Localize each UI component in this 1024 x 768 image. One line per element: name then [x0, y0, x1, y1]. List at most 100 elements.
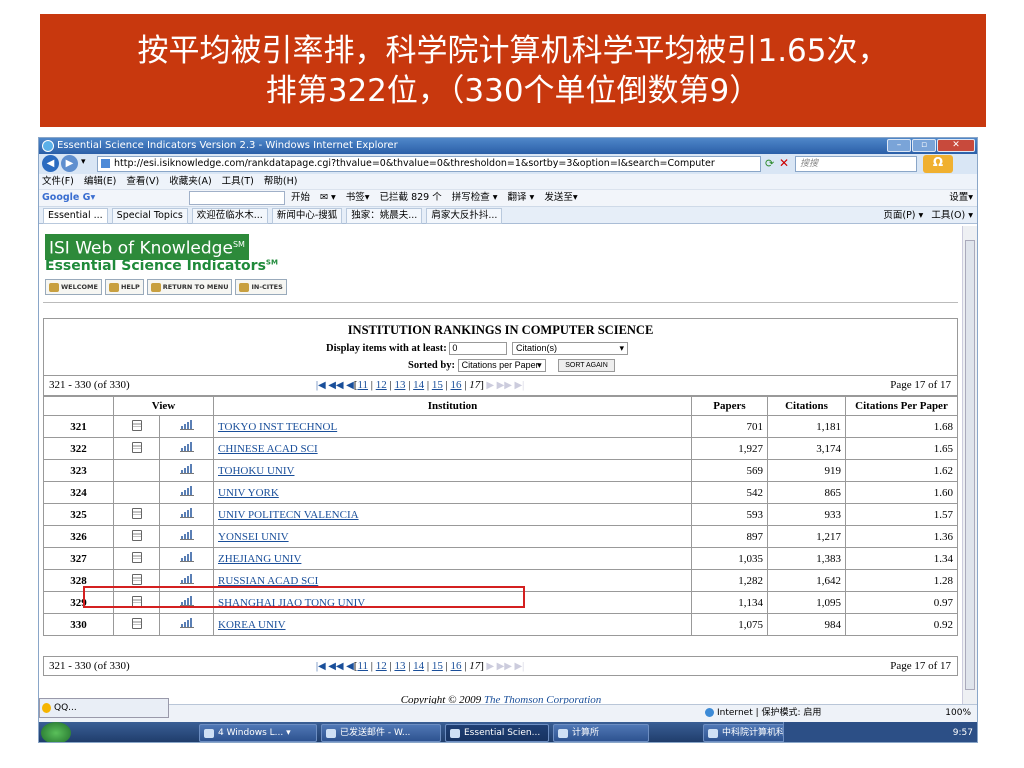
bar-chart-icon[interactable] [179, 530, 194, 540]
maximize-button[interactable]: ▫ [912, 139, 936, 152]
esi-button-in-cites[interactable]: IN-CITES [235, 279, 287, 295]
bar-chart-icon[interactable] [179, 596, 194, 606]
thomson-link[interactable]: The Thomson Corporation [484, 694, 601, 704]
back-icon[interactable]: ◀ [42, 155, 59, 172]
sort-again-button[interactable]: SORT AGAIN [558, 359, 615, 372]
bar-chart-icon[interactable] [179, 420, 194, 430]
document-icon[interactable] [131, 507, 142, 519]
bar-chart-icon[interactable] [179, 508, 194, 518]
rankings-table: View Institution Papers Citations Citati… [43, 396, 958, 636]
google-toolbar-item[interactable]: 翻译 ▾ [508, 190, 535, 206]
scrollbar[interactable] [962, 226, 977, 704]
refresh-icon[interactable]: ⟳ [765, 157, 774, 170]
page-link[interactable]: 16 [451, 660, 462, 672]
sort-select[interactable]: Citations per Paper [457, 359, 546, 372]
page-link[interactable]: 16 [451, 379, 462, 391]
esi-button-return-to-menu[interactable]: RETURN TO MENU [146, 279, 233, 295]
document-icon[interactable] [131, 529, 142, 541]
bar-chart-icon[interactable] [179, 486, 194, 496]
page-link[interactable]: 12 [376, 660, 387, 672]
document-icon[interactable] [131, 441, 142, 453]
bar-chart-icon[interactable] [179, 442, 194, 452]
page-link[interactable]: 14 [413, 660, 424, 672]
institution-link[interactable]: ZHEJIANG UNIV [218, 553, 301, 565]
institution-link[interactable]: UNIV POLITECN VALENCIA [218, 509, 359, 521]
google-toolbar-item[interactable]: 开始 [291, 190, 310, 206]
page-link[interactable]: 14 [413, 379, 424, 391]
isi-logo[interactable]: ISI Web of KnowledgeSM [45, 234, 249, 260]
browser-tab[interactable]: 独家：姚晨夫... [346, 208, 423, 224]
search-go-icon[interactable]: Ω [923, 155, 953, 173]
page-link[interactable]: 15 [432, 379, 443, 391]
browser-tab[interactable]: 欢迎莅临水木... [191, 208, 268, 224]
rank-cell: 325 [43, 503, 114, 526]
menu-item[interactable]: 文件(F) [42, 174, 74, 189]
close-button[interactable]: ✕ [937, 139, 975, 152]
menu-item[interactable]: 编辑(E) [84, 174, 116, 189]
menu-item[interactable]: 工具(T) [222, 174, 254, 189]
minimize-button[interactable]: – [887, 139, 911, 152]
browser-tab[interactable]: Essential ... [43, 208, 108, 224]
start-button[interactable] [41, 722, 71, 742]
browser-tab[interactable]: 新闻中心-搜狐 [271, 208, 343, 224]
browser-tab[interactable]: 肩家大反扑抖... [426, 208, 503, 224]
menu-item[interactable]: 查看(V) [126, 174, 159, 189]
citations-cell: 1,095 [767, 591, 846, 614]
bar-chart-icon[interactable] [179, 552, 194, 562]
document-icon[interactable] [131, 551, 142, 563]
bar-chart-icon[interactable] [179, 574, 194, 584]
institution-link[interactable]: TOKYO INST TECHNOL [218, 421, 337, 433]
first-page-icon[interactable]: |◀ ◀◀ ◀ [316, 380, 354, 391]
document-icon[interactable] [131, 573, 142, 585]
google-toolbar-item[interactable]: 书签▾ [346, 190, 370, 206]
institution-link[interactable]: YONSEI UNIV [218, 531, 289, 543]
taskbar-button[interactable]: 已发送邮件 - W... [321, 724, 441, 742]
threshold-input[interactable]: 0 [449, 342, 508, 355]
esi-button-help[interactable]: HELP [104, 279, 144, 295]
browser-tab[interactable]: Special Topics [111, 208, 188, 224]
page-link[interactable]: 13 [394, 379, 405, 391]
taskbar-button[interactable]: 计算所 [553, 724, 649, 742]
bar-chart-icon[interactable] [179, 464, 194, 474]
google-search-input[interactable] [189, 191, 285, 205]
document-icon[interactable] [131, 419, 142, 431]
qq-window-tab[interactable]: QQ... [39, 698, 169, 718]
institution-link[interactable]: CHINESE ACAD SCI [218, 443, 318, 455]
institution-link[interactable]: UNIV YORK [218, 487, 279, 499]
google-toolbar-item[interactable]: 拼写检查 ▾ [452, 190, 498, 206]
history-dropdown-icon[interactable]: ▾ [81, 157, 86, 167]
first-page-icon[interactable]: |◀ ◀◀ ◀ [316, 661, 354, 672]
document-icon[interactable] [131, 617, 142, 629]
institution-link[interactable]: SHANGHAI JIAO TONG UNIV [218, 597, 365, 609]
stop-icon[interactable]: ✕ [779, 156, 789, 170]
google-toolbar-item[interactable]: 已拦截 829 个 [380, 190, 442, 206]
google-toolbar-item[interactable]: 发送至▾ [544, 190, 577, 206]
institution-link[interactable]: TOHOKU UNIV [218, 465, 294, 477]
google-settings-item[interactable]: 设置▾ [949, 190, 973, 206]
threshold-unit-select[interactable]: Citation(s) [512, 342, 628, 355]
institution-link[interactable]: RUSSIAN ACAD SCI [218, 575, 318, 587]
menu-item[interactable]: 收藏夹(A) [169, 174, 211, 189]
google-toolbar-item[interactable]: ✉ ▾ [320, 190, 336, 206]
esi-button-welcome[interactable]: WELCOME [45, 279, 102, 295]
command-bar-item[interactable]: 工具(O) ▾ [931, 207, 973, 224]
zoom-level[interactable]: 100% [945, 705, 971, 722]
search-input[interactable]: 搜搜 [795, 156, 917, 172]
bar-chart-icon[interactable] [179, 618, 194, 628]
scrollbar-thumb[interactable] [965, 240, 975, 690]
command-bar-item[interactable]: 页面(P) ▾ [883, 207, 923, 224]
page-link[interactable]: 13 [394, 660, 405, 672]
google-logo[interactable]: Google G▾ [42, 190, 95, 206]
document-icon[interactable] [131, 595, 142, 607]
taskbar-button[interactable]: 4 Windows L... ▾ [199, 724, 317, 742]
page-link[interactable]: 11 [357, 379, 368, 391]
forward-icon[interactable]: ▶ [61, 155, 78, 172]
institution-link[interactable]: KOREA UNIV [218, 619, 286, 631]
menu-item[interactable]: 帮助(H) [264, 174, 298, 189]
page-link[interactable]: 12 [376, 379, 387, 391]
taskbar-button[interactable]: Essential Scien... [445, 724, 549, 742]
url-input[interactable]: http://esi.isiknowledge.com/rankdatapage… [97, 156, 761, 172]
papers-cell: 1,134 [691, 591, 768, 614]
page-link[interactable]: 11 [357, 660, 368, 672]
page-link[interactable]: 15 [432, 660, 443, 672]
